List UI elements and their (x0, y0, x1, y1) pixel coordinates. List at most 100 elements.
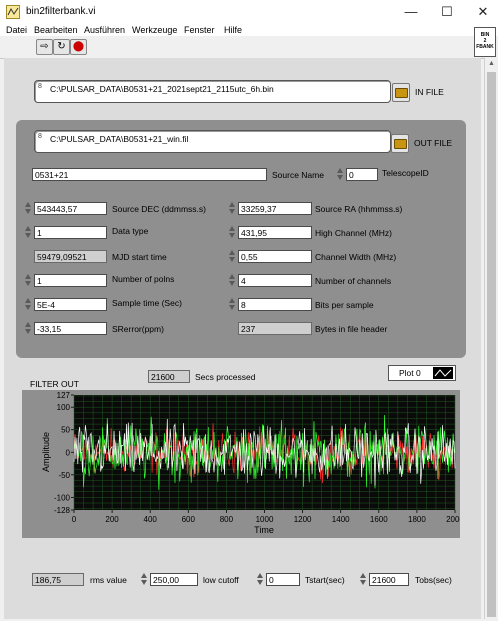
infile-browse-button[interactable] (392, 83, 410, 102)
vertical-scrollbar[interactable]: ▲ (484, 58, 498, 619)
srerror-field[interactable]: -33,15 (34, 322, 107, 335)
decrement-icon[interactable] (229, 233, 235, 238)
num-channels-field[interactable]: 4 (238, 274, 312, 287)
y-tick-label: -50 (58, 471, 70, 480)
x-tick-label: 1800 (408, 515, 426, 524)
source-dec-field[interactable]: 543443,57 (34, 202, 107, 215)
plot-legend[interactable]: Plot 0 (388, 365, 456, 381)
menu-werkzeuge[interactable]: Werkzeuge (132, 24, 177, 36)
data-type-spinner[interactable] (25, 226, 32, 239)
increment-icon[interactable] (25, 202, 31, 207)
minimize-button[interactable]: — (396, 2, 426, 22)
tstart-spinner[interactable] (257, 573, 264, 586)
num-polns-spinner[interactable] (25, 274, 32, 287)
decrement-icon[interactable] (25, 209, 31, 214)
channel-width-label: Channel Width (MHz) (315, 252, 397, 262)
menu-hilfe[interactable]: Hilfe (224, 24, 242, 36)
menu-datei[interactable]: Datei (6, 24, 27, 36)
source-dec-spinner[interactable] (25, 202, 32, 215)
decrement-icon[interactable] (25, 305, 31, 310)
outfile-path-control[interactable]: 8 C:\PULSAR_DATA\B0531+21_win.fil (34, 130, 391, 153)
scrollbar-thumb[interactable] (487, 72, 496, 617)
increment-icon[interactable] (229, 298, 235, 303)
channel-width-field[interactable]: 0,55 (238, 250, 312, 263)
decrement-icon[interactable] (337, 175, 343, 180)
close-button[interactable]: ✕ (468, 2, 498, 22)
num-polns-field[interactable]: 1 (34, 274, 107, 287)
increment-icon[interactable] (229, 274, 235, 279)
vi-icon (6, 5, 20, 19)
increment-icon[interactable] (257, 573, 263, 578)
num-channels-spinner[interactable] (229, 274, 236, 287)
run-arrow-icon[interactable]: ⇨ (36, 39, 53, 55)
sample-time-spinner[interactable] (25, 298, 32, 311)
x-tick-label: 200 (105, 515, 119, 524)
increment-icon[interactable] (229, 226, 235, 231)
decrement-icon[interactable] (229, 209, 235, 214)
telescope-field[interactable]: 0 (346, 168, 378, 181)
tstart-field[interactable]: 0 (266, 573, 300, 586)
increment-icon[interactable] (337, 168, 343, 173)
decrement-icon[interactable] (229, 257, 235, 262)
low-cutoff-spinner[interactable] (141, 573, 148, 586)
y-tick-label: 127 (57, 391, 71, 400)
decrement-icon[interactable] (229, 281, 235, 286)
decrement-icon[interactable] (25, 329, 31, 334)
bits-per-sample-spinner[interactable] (229, 298, 236, 311)
menu-fenster[interactable]: Fenster (184, 24, 215, 36)
folder-icon (395, 88, 408, 98)
plot-line-style-icon (433, 367, 453, 379)
tobs-field[interactable]: 21600 (369, 573, 409, 586)
increment-icon[interactable] (25, 226, 31, 231)
srerror-spinner[interactable] (25, 322, 32, 335)
outfile-path-text: C:\PULSAR_DATA\B0531+21_win.fil (50, 134, 189, 144)
source-name-field[interactable]: 0531+21 (32, 168, 267, 181)
infile-path-control[interactable]: 8 C:\PULSAR_DATA\B0531+21_2021sept21_211… (34, 80, 391, 103)
outfile-label: OUT FILE (414, 138, 453, 148)
data-type-field[interactable]: 1 (34, 226, 107, 239)
source-ra-spinner[interactable] (229, 202, 236, 215)
menu-bearbeiten[interactable]: Bearbeiten (34, 24, 78, 36)
sample-time-field[interactable]: 5E-4 (34, 298, 107, 311)
infile-label: IN FILE (415, 87, 444, 97)
srerror-label: SRerror(ppm) (112, 324, 164, 334)
increment-icon[interactable] (229, 250, 235, 255)
decrement-icon[interactable] (229, 305, 235, 310)
y-tick-label: 0 (66, 448, 71, 457)
decrement-icon[interactable] (257, 580, 263, 585)
telescope-spinner[interactable] (337, 168, 344, 181)
abort-icon[interactable]: ⬤ (70, 39, 87, 55)
high-channel-field[interactable]: 431,95 (238, 226, 312, 239)
tobs-spinner[interactable] (360, 573, 367, 586)
filter-out-chart: 127 100 50 0 -50 -100 -128 0 200 400 600 800 1000 12… (41, 391, 464, 535)
y-ticks: 127 100 50 0 -50 -100 -128 (54, 391, 74, 515)
scroll-up-icon[interactable]: ▲ (488, 60, 495, 67)
low-cutoff-field[interactable]: 250,00 (150, 573, 198, 586)
source-ra-label: Source RA (hhmmss.s) (315, 204, 403, 214)
source-ra-field[interactable]: 33259,37 (238, 202, 312, 215)
filter-out-label: FILTER OUT (30, 379, 79, 389)
increment-icon[interactable] (360, 573, 366, 578)
increment-icon[interactable] (25, 298, 31, 303)
maximize-button[interactable]: ☐ (432, 2, 462, 22)
bits-per-sample-field[interactable]: 8 (238, 298, 312, 311)
decrement-icon[interactable] (25, 281, 31, 286)
channel-width-spinner[interactable] (229, 250, 236, 263)
run-continuously-icon[interactable]: ↻ (53, 39, 70, 55)
increment-icon[interactable] (25, 274, 31, 279)
x-tick-label: 1000 (256, 515, 274, 524)
num-channels-label: Number of channels (315, 276, 392, 286)
decrement-icon[interactable] (360, 580, 366, 585)
menu-ausfuehren[interactable]: Ausführen (84, 24, 125, 36)
increment-icon[interactable] (141, 573, 147, 578)
increment-icon[interactable] (229, 202, 235, 207)
high-channel-spinner[interactable] (229, 226, 236, 239)
x-tick-label: 1200 (294, 515, 312, 524)
outfile-browse-button[interactable] (391, 134, 409, 153)
source-name-label: Source Name (272, 170, 324, 180)
bits-per-sample-label: Bits per sample (315, 300, 374, 310)
decrement-icon[interactable] (141, 580, 147, 585)
decrement-icon[interactable] (25, 233, 31, 238)
sample-time-label: Sample time (Sec) (112, 298, 182, 308)
increment-icon[interactable] (25, 322, 31, 327)
